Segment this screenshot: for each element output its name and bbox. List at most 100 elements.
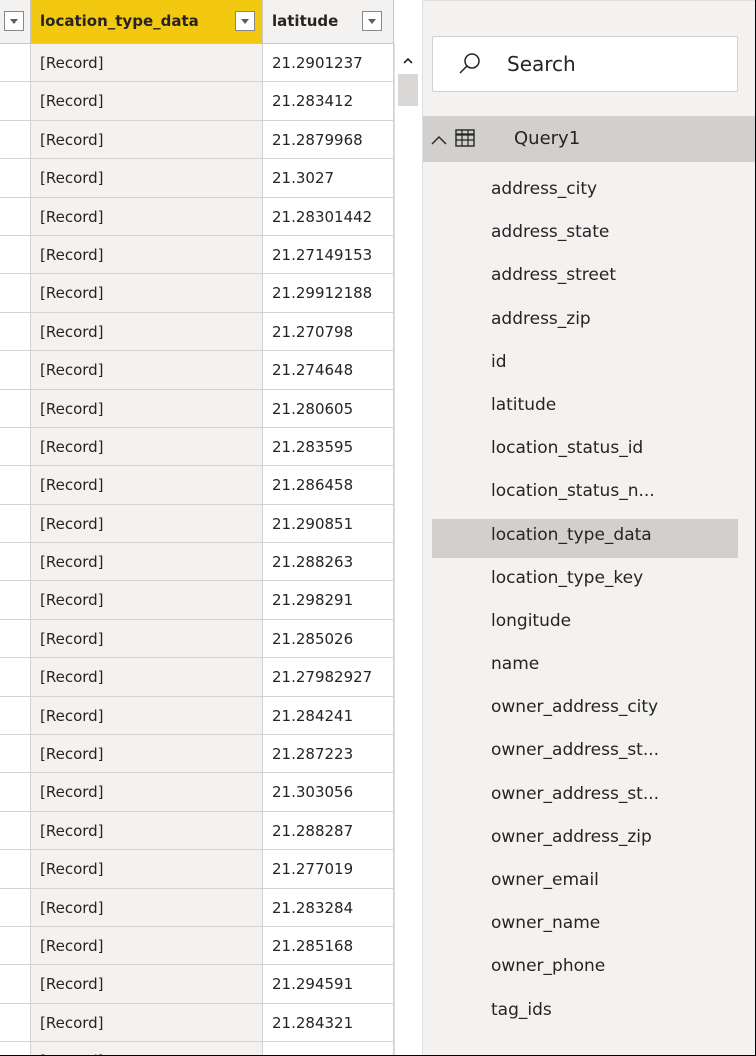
table-row[interactable]: [Record] 21.280605 [0,389,394,428]
cell-latitude[interactable]: 21.3027 [263,159,394,198]
cell-location-type-data[interactable]: [Record] [31,658,263,697]
table-row[interactable]: [Record] 21.2879968 [0,120,394,160]
cell-location-type-data[interactable]: [Record] [31,389,263,428]
cell-latitude[interactable]: 21.284241 [263,696,394,736]
field-item[interactable]: location_type_data [423,518,756,562]
table-row[interactable]: [Record] 21.287223 [0,735,394,774]
field-item[interactable]: id [423,346,756,389]
column-filter-dropdown-icon[interactable] [235,11,255,31]
table-row[interactable]: [Record] 21.284321 [0,1003,394,1043]
cell-location-type-data[interactable]: [Record] [31,312,263,352]
cell-latitude[interactable]: 21.280605 [263,389,394,428]
cell-latitude[interactable]: 21.287223 [263,735,394,774]
cell-latitude[interactable]: 21.27982927 [263,658,394,697]
cell-latitude[interactable]: 21.283284 [263,888,394,927]
table-row[interactable]: [Record] 21.27149153 [0,235,394,275]
table-row[interactable]: [Record] 21.270798 [0,312,394,352]
field-item[interactable]: owner_name [423,907,756,950]
query-table-header[interactable]: Query1 [423,116,756,162]
cell-latitude[interactable]: 21.29912188 [263,274,394,313]
table-row[interactable]: [Record] 21.3027 [0,159,394,198]
table-row[interactable]: [Record]21.296063 [0,1042,394,1056]
cell-location-type-data[interactable]: [Record] [31,619,263,659]
column-header-location-type-data[interactable]: location_type_data [31,0,263,44]
cell-location-type-data[interactable]: [Record] [31,351,263,390]
cell-latitude[interactable]: 21.288287 [263,811,394,851]
field-item[interactable]: location_type_key [423,562,756,605]
cell-location-type-data[interactable]: [Record] [31,120,263,160]
table-row[interactable]: [Record] 21.274648 [0,351,394,390]
field-item[interactable]: address_state [423,216,756,259]
table-row[interactable]: [Record] 21.285026 [0,619,394,659]
cell-latitude[interactable]: 21.298291 [263,581,394,620]
cell-location-type-data[interactable]: [Record] [31,159,263,198]
field-item[interactable]: latitude [423,389,756,432]
cell-location-type-data[interactable]: [Record] [31,1042,263,1056]
field-item[interactable]: owner_address_city [423,691,756,734]
field-item[interactable]: address_city [423,173,756,216]
cell-latitude[interactable]: 21.283412 [263,82,394,121]
cell-latitude[interactable]: 21.285026 [263,619,394,659]
table-row[interactable]: [Record] 21.2901237 [0,44,394,83]
cell-location-type-data[interactable]: [Record] [31,926,263,966]
cell-location-type-data[interactable]: [Record] [31,811,263,851]
field-item[interactable]: owner_address_st... [423,778,756,821]
table-row[interactable]: [Record] 21.283284 [0,888,394,927]
field-item[interactable]: tag_ids [423,994,756,1037]
table-row[interactable]: [Record] 21.298291 [0,581,394,620]
table-row[interactable]: [Record] 21.277019 [0,850,394,889]
cell-location-type-data[interactable]: [Record] [31,427,263,467]
cell-latitude[interactable]: 21.284321 [263,1003,394,1043]
cell-latitude[interactable]: 21.296063 [263,1042,394,1056]
table-row[interactable]: [Record] 21.303056 [0,773,394,812]
field-item[interactable]: address_street [423,259,756,302]
scroll-up-arrow-icon[interactable] [401,54,415,68]
cell-latitude[interactable]: 21.270798 [263,312,394,352]
cell-location-type-data[interactable]: [Record] [31,696,263,736]
cell-latitude[interactable]: 21.2879968 [263,120,394,160]
cell-location-type-data[interactable]: [Record] [31,235,263,275]
table-row[interactable]: [Record] 21.286458 [0,466,394,505]
cell-latitude[interactable]: 21.277019 [263,850,394,889]
table-row[interactable]: [Record] 21.27982927 [0,658,394,697]
search-input[interactable]: Search [432,36,738,92]
field-item[interactable]: location_status_id [423,432,756,475]
table-row[interactable]: [Record] 21.290851 [0,504,394,544]
field-item[interactable]: location_status_n... [423,475,756,518]
column-filter-dropdown-icon[interactable] [362,11,382,31]
cell-location-type-data[interactable]: [Record] [31,965,263,1004]
cell-latitude[interactable]: 21.290851 [263,504,394,544]
field-item[interactable]: owner_address_zip [423,821,756,864]
cell-location-type-data[interactable]: [Record] [31,504,263,544]
field-item[interactable]: longitude [423,605,756,648]
cell-latitude[interactable]: 21.27149153 [263,235,394,275]
cell-location-type-data[interactable]: [Record] [31,197,263,236]
column-header-latitude[interactable]: latitude [263,0,394,44]
table-row[interactable]: [Record] 21.288287 [0,811,394,851]
cell-latitude[interactable]: 21.294591 [263,965,394,1004]
table-row[interactable]: [Record] 21.283595 [0,427,394,467]
cell-latitude[interactable]: 21.283595 [263,427,394,467]
cell-location-type-data[interactable]: [Record] [31,888,263,927]
table-row[interactable]: [Record] 21.288263 [0,543,394,582]
cell-location-type-data[interactable]: [Record] [31,274,263,313]
cell-location-type-data[interactable]: [Record] [31,773,263,812]
cell-latitude[interactable]: 21.285168 [263,926,394,966]
cell-latitude[interactable]: 21.2901237 [263,44,394,83]
cell-latitude[interactable]: 21.288263 [263,543,394,582]
field-item[interactable]: address_zip [423,303,756,346]
cell-location-type-data[interactable]: [Record] [31,735,263,774]
table-row[interactable]: [Record] 21.28301442 [0,197,394,236]
cell-latitude[interactable]: 21.286458 [263,466,394,505]
cell-location-type-data[interactable]: [Record] [31,543,263,582]
table-row[interactable]: [Record] 21.285168 [0,926,394,966]
table-row[interactable]: [Record] 21.284241 [0,696,394,736]
chevron-up-icon[interactable] [431,131,447,145]
cell-location-type-data[interactable]: [Record] [31,466,263,505]
cell-latitude[interactable]: 21.303056 [263,773,394,812]
vertical-scrollbar[interactable] [394,44,422,1056]
column-filter-dropdown-icon[interactable] [4,11,24,31]
field-item[interactable]: name [423,648,756,691]
cell-location-type-data[interactable]: [Record] [31,82,263,121]
table-row[interactable]: [Record] 21.283412 [0,82,394,121]
